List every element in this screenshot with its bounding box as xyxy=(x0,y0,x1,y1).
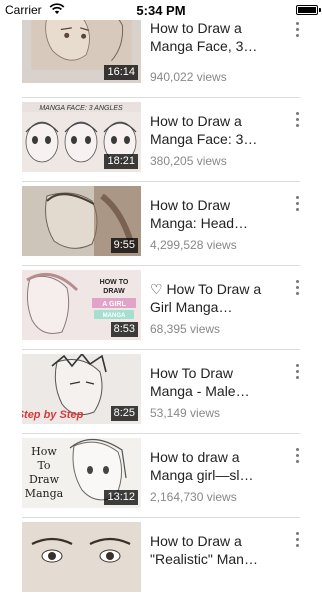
svg-text:To: To xyxy=(37,459,50,472)
video-thumbnail[interactable]: HOW TO DRAW A GIRL MANGA 8:53 xyxy=(22,270,141,340)
video-duration: 8:25 xyxy=(110,406,138,421)
view-count: 53,149 views xyxy=(150,406,221,420)
list-item[interactable]: How To Draw Manga 13:12 How to draw a Ma… xyxy=(0,434,322,518)
video-title[interactable]: How to Draw a Manga Face, 3… xyxy=(150,19,278,55)
svg-text:Manga: Manga xyxy=(25,487,64,500)
video-thumbnail[interactable]: 9:55 xyxy=(22,186,141,256)
thumbnail-image xyxy=(22,522,141,592)
svg-text:How: How xyxy=(31,445,57,458)
video-duration: 13:12 xyxy=(104,490,138,505)
list-item[interactable]: How to Draw a "Realistic" Man… xyxy=(0,518,322,602)
video-thumbnail[interactable]: How To Draw Manga 13:12 xyxy=(22,438,141,508)
view-count: 940,022 views xyxy=(150,70,227,84)
svg-text:DRAW: DRAW xyxy=(103,288,125,295)
more-options-icon[interactable] xyxy=(290,280,304,304)
list-item[interactable]: 9:55 How to Draw Manga: Head… 4,299,528 … xyxy=(0,182,322,266)
video-thumbnail[interactable]: MANGA FACE: 3 ANGLES 18:21 xyxy=(22,102,141,172)
video-duration: 9:55 xyxy=(110,238,138,253)
view-count: 380,205 views xyxy=(150,154,227,168)
video-thumbnail[interactable] xyxy=(22,522,141,592)
svg-text:MANGA: MANGA xyxy=(103,313,126,319)
more-options-icon[interactable] xyxy=(290,22,304,46)
more-options-icon[interactable] xyxy=(290,364,304,388)
list-item[interactable]: MANGA FACE: 3 ANGLES 18:21 How to Draw a… xyxy=(0,98,322,182)
video-title[interactable]: How to draw a Manga girl—sl… xyxy=(150,448,278,484)
video-title[interactable]: How To Draw Manga - Male… xyxy=(150,364,278,400)
more-options-icon[interactable] xyxy=(290,448,304,472)
svg-text:HOW TO: HOW TO xyxy=(100,279,129,286)
video-title[interactable]: How to Draw Manga: Head… xyxy=(150,196,278,232)
view-count: 4,299,528 views xyxy=(150,238,237,252)
view-count: 68,395 views xyxy=(150,322,221,336)
list-item[interactable]: Step by Step 8:25 How To Draw Manga - Ma… xyxy=(0,350,322,434)
video-duration: 8:53 xyxy=(110,322,138,337)
list-item[interactable]: HOW TO DRAW A GIRL MANGA 8:53 ♡ How To D… xyxy=(0,266,322,350)
video-duration: 18:21 xyxy=(104,154,138,169)
more-options-icon[interactable] xyxy=(290,532,304,556)
video-title[interactable]: How to Draw a Manga Face: 3… xyxy=(150,112,278,148)
clock: 5:34 PM xyxy=(136,3,186,18)
svg-text:A GIRL: A GIRL xyxy=(102,301,126,308)
video-thumbnail[interactable]: Step by Step 8:25 xyxy=(22,354,141,424)
more-options-icon[interactable] xyxy=(290,196,304,220)
more-options-icon[interactable] xyxy=(290,112,304,136)
thumbnail-caption: MANGA FACE: 3 ANGLES xyxy=(39,105,123,112)
svg-text:Draw: Draw xyxy=(29,473,60,486)
video-title[interactable]: ♡ How To Draw a Girl Manga… xyxy=(150,280,278,316)
view-count: 2,164,730 views xyxy=(150,490,237,504)
svg-text:Step by Step: Step by Step xyxy=(22,409,84,421)
video-duration: 16:14 xyxy=(104,65,138,80)
battery-icon xyxy=(296,5,321,15)
status-bar: Carrier 5:34 PM xyxy=(0,0,322,20)
video-title[interactable]: How to Draw a "Realistic" Man… xyxy=(150,532,278,568)
